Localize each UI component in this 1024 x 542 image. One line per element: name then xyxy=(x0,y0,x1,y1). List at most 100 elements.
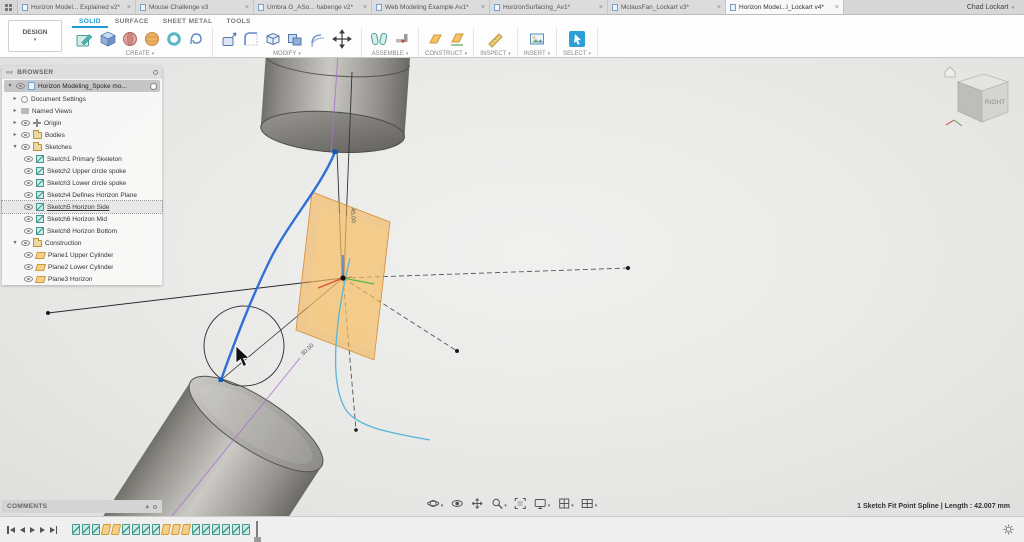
tab-surface[interactable]: SURFACE xyxy=(108,15,156,28)
fit-button[interactable] xyxy=(514,497,527,510)
browser-options-icon[interactable] xyxy=(153,70,158,75)
browser-item-named-views[interactable]: Named Views xyxy=(2,105,162,117)
spline-endpoint[interactable] xyxy=(333,150,338,155)
browser-item-sketch[interactable]: Sketch1 Primary Skeleton xyxy=(2,153,162,165)
timeline-feature-sketch-icon[interactable] xyxy=(232,524,240,535)
browser-item-plane[interactable]: Plane1 Upper Cylinder xyxy=(2,249,162,261)
visibility-eye-icon[interactable] xyxy=(24,192,33,198)
sketch-point[interactable] xyxy=(626,266,630,270)
workspace-selector[interactable]: DESIGN xyxy=(8,20,62,52)
browser-item-construction[interactable]: Construction xyxy=(2,237,162,249)
tab-solid[interactable]: SOLID xyxy=(72,15,108,28)
browser-item-sketches[interactable]: Sketches xyxy=(2,141,162,153)
visibility-eye-icon[interactable] xyxy=(16,83,25,89)
go-to-end-button[interactable] xyxy=(50,526,58,534)
expand-caret-icon[interactable] xyxy=(12,108,18,114)
sketch-origin-point[interactable] xyxy=(340,275,345,280)
group-select-label[interactable]: SELECT xyxy=(563,51,586,57)
document-tab[interactable]: HorizonSurfacing_Av1* xyxy=(490,0,608,14)
visibility-eye-icon[interactable] xyxy=(24,216,33,222)
browser-item-plane[interactable]: Plane2 Lower Cylinder xyxy=(2,261,162,273)
visibility-eye-icon[interactable] xyxy=(24,264,33,270)
timeline-feature-sketch-icon[interactable] xyxy=(242,524,250,535)
timeline-feature-plane-icon[interactable] xyxy=(101,524,111,535)
group-create-label[interactable]: CREATE xyxy=(126,51,150,57)
step-back-button[interactable] xyxy=(20,527,25,533)
browser-item-sketch-active[interactable]: Sketch5 Horizon Side xyxy=(2,201,162,213)
tab-close-icon[interactable] xyxy=(717,4,721,11)
offset-face-button[interactable] xyxy=(307,30,327,48)
visibility-eye-icon[interactable] xyxy=(24,276,33,282)
visibility-eye-icon[interactable] xyxy=(24,156,33,162)
expand-caret-icon[interactable] xyxy=(12,144,18,150)
browser-item-origin[interactable]: Origin xyxy=(2,117,162,129)
sphere-button[interactable] xyxy=(142,30,162,48)
expand-comments-icon[interactable] xyxy=(146,503,149,510)
document-tab[interactable]: Horizon Model... Explained v2* xyxy=(18,0,136,14)
visibility-eye-icon[interactable] xyxy=(24,168,33,174)
dimension-label[interactable]: 45.00 xyxy=(349,208,356,224)
play-button[interactable] xyxy=(30,527,35,533)
timeline-feature-sketch-icon[interactable] xyxy=(122,524,130,535)
browser-item-sketch[interactable]: Sketch2 Upper circle spoke xyxy=(2,165,162,177)
step-forward-button[interactable] xyxy=(40,527,45,533)
group-insert-label[interactable]: INSERT xyxy=(524,51,546,57)
visibility-eye-icon[interactable] xyxy=(21,132,30,138)
torus-button[interactable] xyxy=(164,30,184,48)
timeline-feature-sketch-icon[interactable] xyxy=(132,524,140,535)
browser-item-plane[interactable]: Plane3 Horizon xyxy=(2,273,162,285)
combine-button[interactable] xyxy=(285,30,305,48)
timeline-feature-plane-icon[interactable] xyxy=(171,524,181,535)
tab-tools[interactable]: TOOLS xyxy=(220,15,258,28)
browser-item-sketch[interactable]: Sketch6 Horizon Mid xyxy=(2,213,162,225)
document-tab[interactable]: Mouse Challenge v3 xyxy=(136,0,254,14)
collapse-panel-icon[interactable] xyxy=(6,69,13,76)
timeline-feature-sketch-icon[interactable] xyxy=(222,524,230,535)
move-copy-button[interactable] xyxy=(329,27,355,51)
user-menu[interactable]: Chad Lockart xyxy=(957,0,1024,14)
visibility-eye-icon[interactable] xyxy=(21,144,30,150)
measure-button[interactable] xyxy=(485,30,505,48)
spline-endpoint[interactable] xyxy=(219,378,224,383)
tab-close-icon[interactable] xyxy=(835,4,839,11)
viewport-canvas[interactable]: 45.00 30.00 xyxy=(0,58,1024,516)
create-sketch-button[interactable] xyxy=(74,29,96,49)
coil-button[interactable] xyxy=(186,30,206,48)
timeline-feature-sketch-icon[interactable] xyxy=(152,524,160,535)
new-component-button[interactable] xyxy=(368,30,390,48)
sketch-point[interactable] xyxy=(46,311,50,315)
group-construct-label[interactable]: CONSTRUCT xyxy=(425,51,463,57)
tab-close-icon[interactable] xyxy=(245,4,249,11)
expand-caret-icon[interactable] xyxy=(12,120,18,126)
visibility-eye-icon[interactable] xyxy=(24,204,33,210)
zoom-button[interactable] xyxy=(490,494,507,512)
group-assemble-label[interactable]: ASSEMBLE xyxy=(372,51,404,57)
pan-button[interactable] xyxy=(470,497,483,510)
expand-caret-icon[interactable] xyxy=(12,132,18,138)
visibility-eye-icon[interactable] xyxy=(24,180,33,186)
document-tab[interactable]: Umbra G_ASo... habenge v2* xyxy=(254,0,372,14)
timeline-feature-sketch-icon[interactable] xyxy=(192,524,200,535)
construction-plane-button[interactable] xyxy=(425,30,445,48)
dimension-label[interactable]: 30.00 xyxy=(300,343,316,358)
activate-component-radio[interactable] xyxy=(150,83,157,90)
look-at-button[interactable] xyxy=(450,497,463,510)
timeline-feature-sketch-icon[interactable] xyxy=(72,524,80,535)
sketch-point[interactable] xyxy=(455,349,459,353)
timeline-feature-sketch-icon[interactable] xyxy=(142,524,150,535)
browser-item-root[interactable]: Horizon Modeling_Spoke mo... xyxy=(4,80,160,92)
timeline-feature-sketch-icon[interactable] xyxy=(212,524,220,535)
tab-close-icon[interactable] xyxy=(599,4,603,11)
lower-cylinder-body[interactable] xyxy=(51,360,335,516)
tab-close-icon[interactable] xyxy=(127,4,131,11)
timeline-feature-sketch-icon[interactable] xyxy=(82,524,90,535)
document-tab-active[interactable]: Horizon Model...l_Lockart v4* xyxy=(726,0,844,14)
browser-item-sketch[interactable]: Sketch8 Horizon Bottom xyxy=(2,225,162,237)
browser-item-bodies[interactable]: Bodies xyxy=(2,129,162,141)
timeline-settings-button[interactable] xyxy=(1003,524,1014,535)
group-modify-label[interactable]: MODIFY xyxy=(273,51,296,57)
browser-item-sketch[interactable]: Sketch4 Defines Horizon Plane xyxy=(2,189,162,201)
joint-button[interactable] xyxy=(392,30,412,48)
display-settings-button[interactable] xyxy=(534,494,551,512)
visibility-eye-icon[interactable] xyxy=(24,228,33,234)
